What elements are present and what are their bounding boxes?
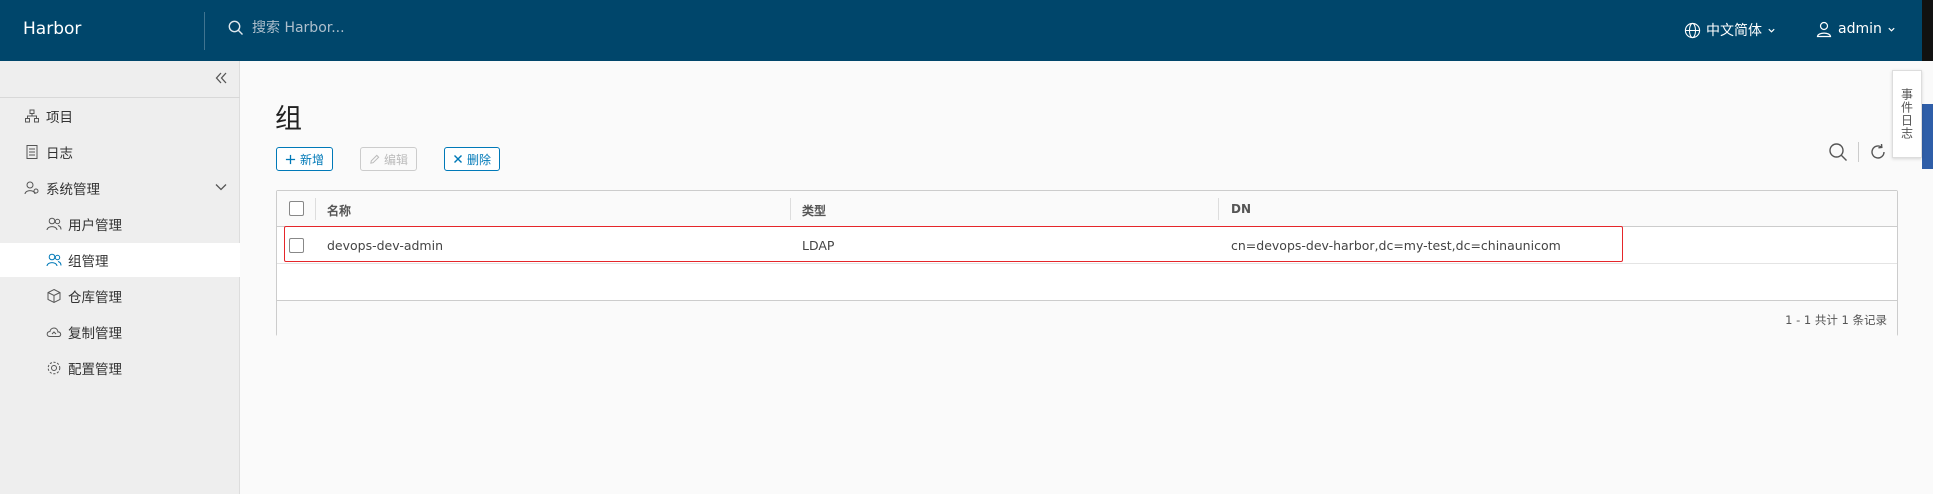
refresh-icon[interactable] bbox=[1869, 143, 1887, 161]
groups-table: 名称 类型 DN devops-dev-admin LDAP cn=devops… bbox=[276, 190, 1898, 336]
row-checkbox[interactable] bbox=[289, 238, 304, 253]
page-title: 组 bbox=[275, 104, 302, 135]
log-icon bbox=[26, 145, 38, 159]
registry-icon bbox=[47, 288, 61, 304]
system-admin-icon bbox=[24, 181, 39, 195]
edit-group-button[interactable]: 编辑 bbox=[360, 147, 418, 171]
search-input[interactable] bbox=[252, 20, 512, 36]
language-label: 中文简体 bbox=[1706, 23, 1762, 39]
chevron-down-icon bbox=[1768, 28, 1775, 33]
table-footer: 1 - 1 共计 1 条记录 bbox=[277, 300, 1897, 336]
event-log-tab[interactable]: 事件日志 bbox=[1892, 70, 1922, 158]
search-icon[interactable] bbox=[1828, 142, 1848, 162]
sidebar-item-registries[interactable]: 仓库管理 bbox=[0, 279, 240, 313]
sidebar-item-label: 配置管理 bbox=[68, 362, 122, 378]
brand-title[interactable]: Harbor bbox=[23, 19, 81, 39]
delete-group-button[interactable]: 删除 bbox=[444, 147, 501, 171]
column-header-dn[interactable]: DN bbox=[1231, 202, 1251, 216]
config-icon bbox=[47, 361, 61, 375]
sidebar-item-label: 日志 bbox=[46, 146, 73, 162]
sidebar-item-projects[interactable]: 项目 bbox=[0, 99, 240, 133]
sidebar: 项目 日志 系统管理 用户管理 组管理 仓库管理 复制管理 配置管理 bbox=[0, 61, 240, 494]
column-divider bbox=[790, 198, 791, 220]
select-all-checkbox[interactable] bbox=[289, 201, 304, 216]
double-chevron-left-icon bbox=[215, 72, 227, 84]
add-group-button[interactable]: 新增 bbox=[276, 147, 334, 171]
sidebar-item-replications[interactable]: 复制管理 bbox=[0, 315, 240, 349]
language-selector[interactable]: 中文简体 bbox=[1684, 20, 1776, 40]
edit-button-label: 编辑 bbox=[384, 152, 409, 167]
pencil-icon bbox=[370, 154, 380, 164]
add-button-label: 新增 bbox=[300, 152, 325, 167]
plus-icon bbox=[285, 154, 296, 164]
close-icon bbox=[454, 155, 462, 163]
header-divider bbox=[204, 12, 205, 50]
sidebar-item-groups[interactable]: 组管理 bbox=[0, 243, 240, 277]
user-name: admin bbox=[1838, 21, 1882, 37]
sidebar-item-label: 用户管理 bbox=[68, 218, 122, 234]
sidebar-item-logs[interactable]: 日志 bbox=[0, 135, 240, 169]
window-edge-blue bbox=[1922, 104, 1933, 169]
delete-button-label: 删除 bbox=[467, 152, 492, 167]
user-menu[interactable]: admin bbox=[1815, 20, 1896, 38]
sidebar-divider bbox=[0, 97, 240, 98]
sidebar-item-label: 系统管理 bbox=[46, 182, 100, 198]
sidebar-item-system-admin[interactable]: 系统管理 bbox=[0, 171, 240, 205]
group-name-cell: devops-dev-admin bbox=[327, 238, 443, 253]
group-dn-cell: cn=devops-dev-harbor,dc=my-test,dc=china… bbox=[1231, 238, 1561, 253]
sidebar-item-label: 组管理 bbox=[68, 254, 109, 270]
event-log-label: 事件日志 bbox=[1899, 88, 1914, 140]
pagination-summary: 1 - 1 共计 1 条记录 bbox=[1785, 313, 1887, 327]
column-divider bbox=[1218, 198, 1219, 220]
column-divider bbox=[315, 198, 316, 220]
users-icon bbox=[46, 217, 62, 231]
groups-icon bbox=[46, 253, 62, 267]
top-header: Harbor 中文简体 admin bbox=[0, 0, 1922, 61]
table-row[interactable]: devops-dev-admin LDAP cn=devops-dev-harb… bbox=[277, 227, 1897, 264]
table-toolbar bbox=[1828, 142, 1887, 162]
group-type-cell: LDAP bbox=[802, 238, 835, 253]
collapse-sidebar-button[interactable] bbox=[213, 70, 233, 90]
user-icon bbox=[1816, 21, 1832, 38]
global-search[interactable] bbox=[228, 20, 512, 36]
column-header-name[interactable]: 名称 bbox=[327, 202, 351, 219]
chevron-down-icon bbox=[1888, 27, 1895, 32]
chevron-down-icon bbox=[215, 184, 227, 191]
sidebar-item-label: 仓库管理 bbox=[68, 290, 122, 306]
replication-icon bbox=[46, 327, 62, 337]
globe-icon bbox=[1684, 22, 1701, 38]
window-edge-dark bbox=[1922, 0, 1933, 61]
sidebar-item-configuration[interactable]: 配置管理 bbox=[0, 351, 240, 385]
toolbar-divider bbox=[1858, 142, 1859, 162]
sidebar-item-users[interactable]: 用户管理 bbox=[0, 207, 240, 241]
window-edge bbox=[1922, 0, 1933, 494]
column-header-type[interactable]: 类型 bbox=[802, 202, 826, 219]
project-icon bbox=[25, 109, 39, 123]
search-icon bbox=[228, 20, 243, 35]
table-header: 名称 类型 DN bbox=[277, 191, 1897, 227]
sidebar-item-label: 项目 bbox=[46, 110, 73, 126]
sidebar-item-label: 复制管理 bbox=[68, 326, 122, 342]
